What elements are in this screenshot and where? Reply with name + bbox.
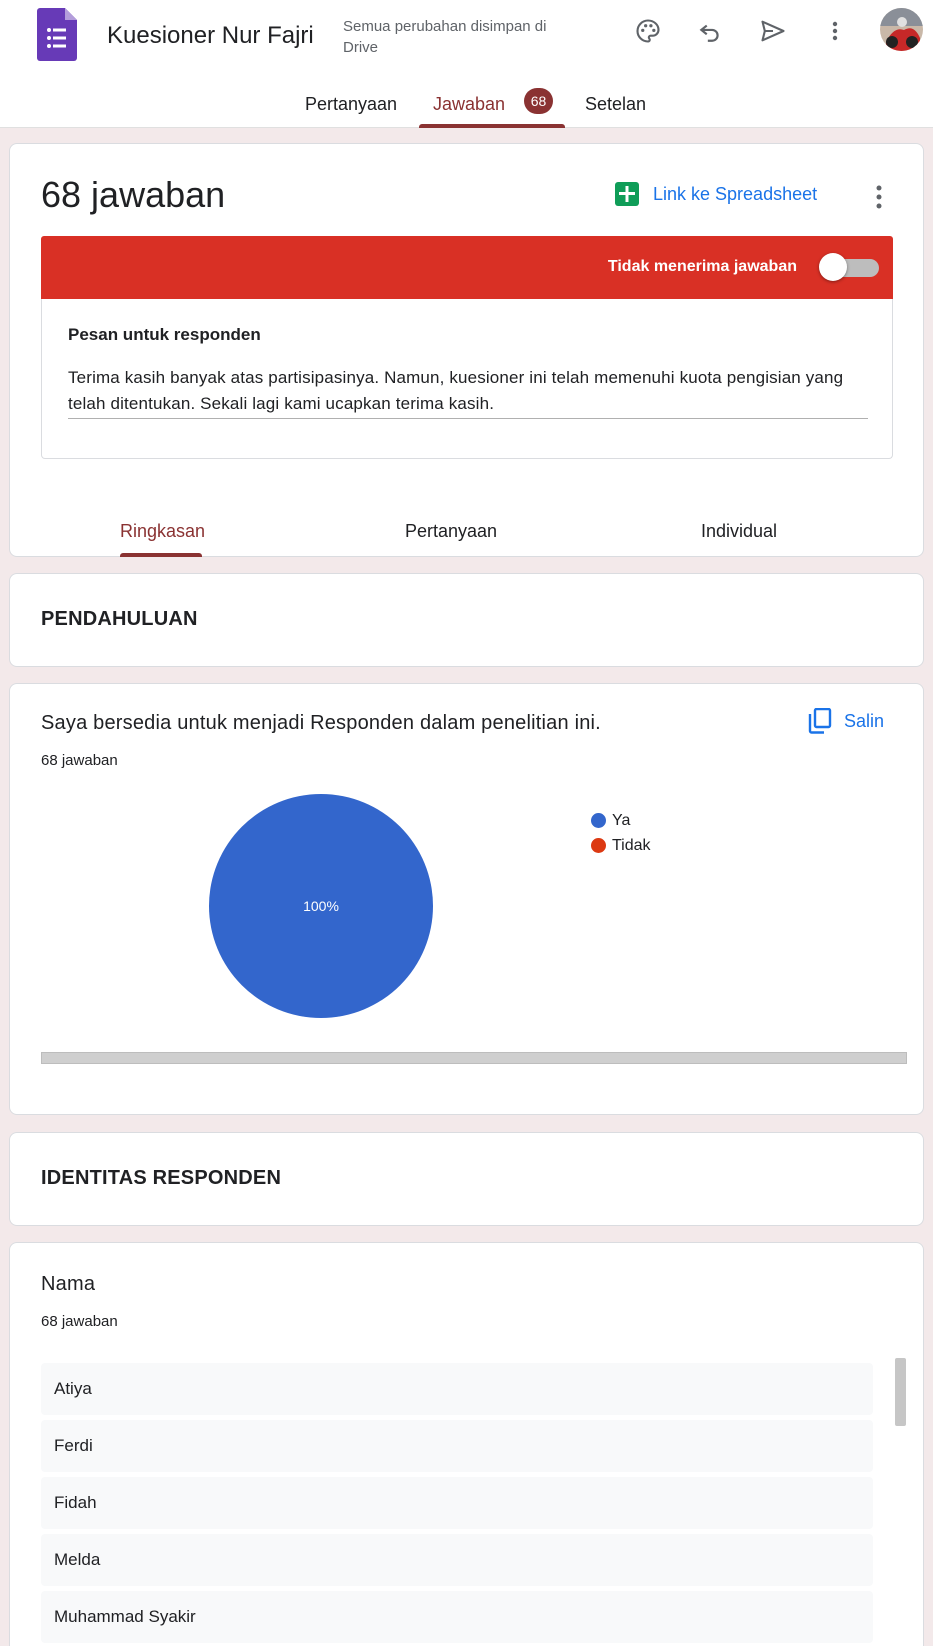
tab-individual[interactable]: Individual bbox=[701, 521, 777, 542]
chart-legend: Ya Tidak bbox=[591, 808, 651, 858]
list-item: Fidah bbox=[41, 1477, 873, 1529]
main-tabs: Pertanyaan Jawaban 68 Setelan bbox=[0, 88, 933, 128]
message-label: Pesan untuk responden bbox=[68, 325, 261, 344]
google-forms-logo-icon[interactable] bbox=[37, 8, 77, 61]
save-status: Semua perubahan disimpan di Drive bbox=[343, 18, 547, 56]
legend-swatch bbox=[591, 813, 606, 828]
toggle-knob[interactable] bbox=[819, 253, 847, 281]
horizontal-scrollbar[interactable] bbox=[41, 1052, 907, 1064]
form-title[interactable]: Kuesioner Nur Fajri bbox=[107, 22, 314, 50]
question-title: Nama bbox=[41, 1273, 96, 1295]
tab-responses[interactable]: Jawaban bbox=[433, 94, 505, 115]
question-card-name: Nama 68 jawaban Atiya Ferdi Fidah Melda Muha… bbox=[9, 1242, 924, 1646]
pie-chart: 100% bbox=[209, 794, 433, 1018]
copy-label: Salin bbox=[844, 710, 885, 731]
question-response-count: 68 jawaban bbox=[41, 1313, 118, 1330]
legend-swatch bbox=[591, 838, 606, 853]
respondent-message-box: Pesan untuk responden Terima kasih banya… bbox=[41, 299, 893, 459]
list-item: Muhammad Syakir bbox=[41, 1591, 873, 1643]
message-underline bbox=[68, 418, 868, 419]
app-header: Kuesioner Nur Fajri Semua perubahan disi… bbox=[0, 0, 933, 128]
legend-item[interactable]: Ya bbox=[591, 808, 651, 833]
section-title: IDENTITAS RESPONDEN bbox=[41, 1167, 282, 1189]
section-card-intro: PENDAHULUAN bbox=[9, 573, 924, 667]
message-textarea[interactable]: Terima kasih banyak atas partisipasinya.… bbox=[68, 365, 868, 417]
tab-summary[interactable]: Ringkasan bbox=[120, 521, 205, 542]
spreadsheet-link-label: Link ke Spreadsheet bbox=[653, 183, 818, 204]
section-title: PENDAHULUAN bbox=[41, 608, 198, 630]
answer-list: Atiya Ferdi Fidah Melda Muhammad Syakir bbox=[41, 1363, 873, 1646]
responses-summary-card: 68 jawaban Link ke Spreadsheet Tidak men… bbox=[9, 143, 924, 557]
not-accepting-banner: Tidak menerima jawaban bbox=[41, 236, 893, 299]
spreadsheet-link-button[interactable]: Link ke Spreadsheet bbox=[615, 182, 817, 206]
sheets-icon bbox=[615, 182, 639, 206]
vertical-scrollbar-thumb[interactable] bbox=[895, 1358, 906, 1426]
more-vert-icon[interactable] bbox=[818, 14, 852, 48]
summary-more-icon[interactable] bbox=[872, 184, 886, 215]
legend-label: Ya bbox=[612, 811, 631, 829]
question-card-consent: Saya bersedia untuk menjadi Responden da… bbox=[9, 683, 924, 1115]
pie-data-label: 100% bbox=[303, 898, 339, 914]
avatar[interactable] bbox=[880, 8, 923, 51]
palette-icon[interactable] bbox=[631, 14, 665, 48]
question-title: Saya bersedia untuk menjadi Responden da… bbox=[41, 712, 601, 734]
tab-question[interactable]: Pertanyaan bbox=[405, 521, 497, 542]
list-item: Atiya bbox=[41, 1363, 873, 1415]
send-icon[interactable] bbox=[756, 14, 790, 48]
page-background bbox=[0, 128, 9, 1646]
responses-count-badge: 68 bbox=[524, 88, 553, 114]
list-item: Ferdi bbox=[41, 1420, 873, 1472]
tab-questions[interactable]: Pertanyaan bbox=[305, 94, 397, 115]
copy-chart-button[interactable]: Salin bbox=[808, 708, 884, 734]
list-item: Melda bbox=[41, 1534, 873, 1586]
undo-icon[interactable] bbox=[693, 14, 727, 48]
question-response-count: 68 jawaban bbox=[41, 752, 118, 769]
legend-item[interactable]: Tidak bbox=[591, 833, 651, 858]
accepting-responses-label: Tidak menerima jawaban bbox=[607, 258, 797, 275]
section-card-identity: IDENTITAS RESPONDEN bbox=[9, 1132, 924, 1226]
legend-label: Tidak bbox=[612, 836, 651, 854]
active-tab-indicator bbox=[419, 124, 565, 128]
tab-settings[interactable]: Setelan bbox=[585, 94, 646, 115]
responses-count-heading: 68 jawaban bbox=[41, 174, 226, 215]
copy-icon bbox=[808, 708, 832, 734]
active-subtab-indicator bbox=[120, 553, 202, 557]
